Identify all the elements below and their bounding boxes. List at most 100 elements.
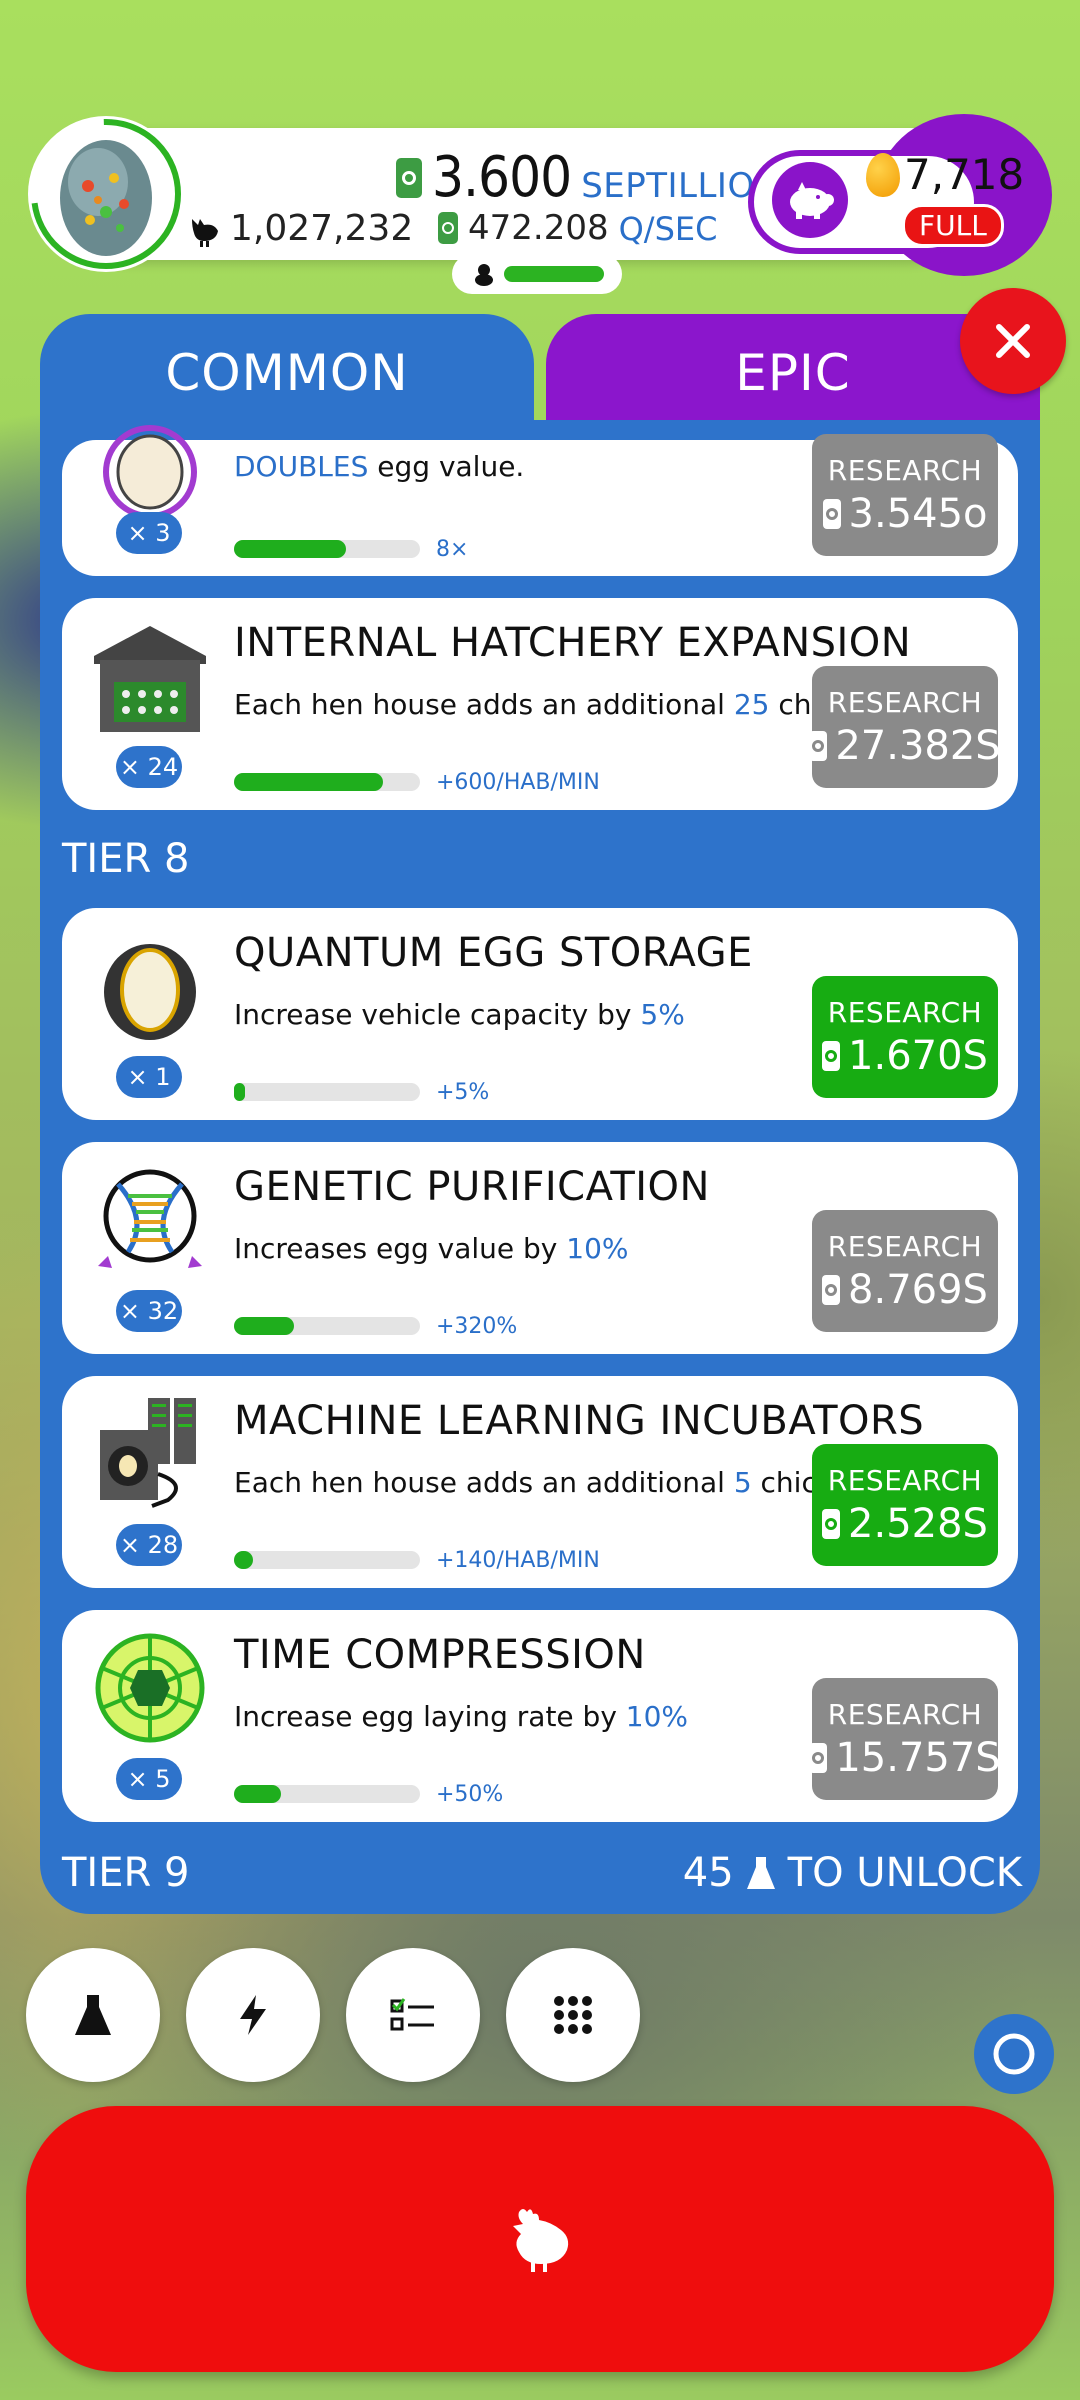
research-title: INTERNAL HATCHERY EXPANSION	[234, 620, 912, 666]
earning-rate: 472.208 Q/SEC	[438, 208, 717, 248]
research-button-label: RESEARCH	[827, 685, 983, 719]
research-progress	[234, 1083, 420, 1101]
research-button[interactable]: RESEARCH 15.757S	[809, 1678, 1001, 1800]
research-title: MACHINE LEARNING INCUBATORS	[234, 1398, 925, 1444]
chick-icon	[475, 264, 493, 286]
research-card-genetic-purification: GENETIC PURIFICATION Increases egg value…	[62, 1142, 1018, 1354]
research-progress	[234, 773, 420, 791]
cash-icon	[822, 1040, 841, 1071]
hen-house-icon	[94, 626, 206, 732]
research-progress-label: +320%	[436, 1314, 518, 1339]
research-cost: 1.670S	[848, 1032, 988, 1079]
research-title: TIME COMPRESSION	[234, 1632, 646, 1678]
cash-icon	[809, 1742, 828, 1773]
cash-icon	[822, 1274, 841, 1305]
research-description: Increase vehicle capacity by 5%	[234, 998, 685, 1031]
research-level-badge: × 28	[116, 1524, 182, 1566]
research-button-label: RESEARCH	[827, 1463, 983, 1497]
cash-icon	[396, 158, 422, 198]
research-level-badge: × 32	[116, 1290, 182, 1332]
cash-icon	[822, 1508, 841, 1539]
research-button-label: RESEARCH	[827, 1229, 983, 1263]
piggy-full-badge: FULL	[902, 204, 1004, 247]
tier-label: TIER 8	[62, 836, 190, 882]
chicken-icon	[513, 2209, 569, 2272]
research-button-label: RESEARCH	[827, 1697, 983, 1731]
research-button[interactable]: RESEARCH 27.382S	[809, 666, 1001, 788]
hab-capacity-bar	[504, 266, 604, 282]
research-progress	[234, 1551, 420, 1569]
golden-egg-count: 7,718	[904, 150, 1025, 199]
research-level-badge: × 5	[116, 1758, 182, 1800]
research-button[interactable]: RESEARCH 3.545o	[812, 434, 998, 556]
grid-icon	[554, 1996, 592, 2034]
research-button[interactable]: RESEARCH 1.670S	[812, 976, 998, 1098]
research-description: Increases egg value by 10%	[234, 1232, 629, 1265]
incubator-icon	[100, 1398, 196, 1508]
rate-value: 472.208	[468, 208, 609, 248]
missions-button[interactable]	[346, 1948, 480, 2082]
quantum-egg-icon	[104, 944, 196, 1040]
flask-icon	[75, 1995, 111, 2035]
research-button[interactable]: RESEARCH 2.528S	[812, 1444, 998, 1566]
research-level-badge: × 1	[116, 1056, 182, 1098]
research-button-label: RESEARCH	[827, 453, 983, 487]
research-description: DOUBLES egg value.	[234, 450, 525, 483]
research-title: GENETIC PURIFICATION	[234, 1164, 710, 1210]
chicken-count-value: 1,027,232	[230, 208, 414, 249]
research-level-badge: × 24	[116, 746, 182, 788]
research-card-egg-value: DOUBLES egg value. × 3 8× RESEARCH 3.545…	[62, 425, 1018, 576]
piggy-bank-button[interactable]	[772, 162, 848, 238]
hatch-chicken-button[interactable]	[26, 2106, 1054, 2372]
golden-eggs: 7,718	[866, 150, 1024, 199]
cash-icon	[438, 212, 458, 244]
unlock-count: 45	[682, 1850, 734, 1896]
research-cost: 15.757S	[835, 1734, 1001, 1781]
chicken-icon	[192, 218, 218, 247]
chicken-count: 1,027,232	[186, 208, 413, 249]
money-value: 3.600	[432, 145, 572, 210]
research-title: QUANTUM EGG STORAGE	[234, 930, 753, 976]
cash-icon	[822, 498, 841, 529]
research-progress-label: +140/HAB/MIN	[436, 1548, 600, 1573]
research-progress-label: +50%	[436, 1782, 504, 1807]
research-cost: 8.769S	[848, 1266, 988, 1313]
egg-avatar[interactable]	[28, 116, 184, 272]
research-level-badge: × 3	[116, 512, 182, 554]
research-cost: 2.528S	[848, 1500, 988, 1547]
more-menu-button[interactable]	[506, 1948, 640, 2082]
close-button[interactable]	[960, 288, 1066, 394]
research-menu-button[interactable]	[26, 1948, 160, 2082]
cash-icon	[809, 730, 828, 761]
research-progress	[234, 540, 420, 558]
egg-avatar-icon	[31, 119, 181, 269]
close-icon	[996, 324, 1030, 358]
tier-label: TIER 9	[62, 1850, 190, 1896]
research-progress	[234, 1785, 420, 1803]
research-cost: 3.545o	[848, 490, 988, 537]
research-progress-label: +600/HAB/MIN	[436, 770, 600, 795]
hab-capacity[interactable]	[452, 254, 622, 294]
circle-icon	[993, 2033, 1035, 2075]
golden-egg-icon	[866, 152, 900, 197]
lightning-icon	[240, 1995, 266, 2035]
research-progress-label: 8×	[436, 537, 469, 562]
tab-common-label: COMMON	[165, 344, 409, 402]
flask-icon	[746, 1857, 775, 1889]
money-display: 3.600 SEPTILLION	[396, 140, 781, 210]
camera-toggle-button[interactable]	[974, 2014, 1054, 2094]
piggy-bank-icon	[790, 182, 834, 219]
tier-unlock-requirement: 45 TO UNLOCK	[683, 1850, 1022, 1896]
research-button-label: RESEARCH	[827, 995, 983, 1029]
unlock-text: TO UNLOCK	[787, 1850, 1022, 1896]
research-card-internal-hatchery: INTERNAL HATCHERY EXPANSION Each hen hou…	[62, 598, 1018, 810]
checklist-icon	[390, 1998, 434, 2031]
research-card-time-compression: TIME COMPRESSION Increase egg laying rat…	[62, 1610, 1018, 1822]
research-card-machine-learning-incubators: MACHINE LEARNING INCUBATORS Each hen hou…	[62, 1376, 1018, 1588]
tab-epic-label: EPIC	[735, 344, 851, 402]
rate-unit: Q/SEC	[618, 210, 718, 248]
boosts-button[interactable]	[186, 1948, 320, 2082]
research-description: Increase egg laying rate by 10%	[234, 1700, 689, 1733]
research-button[interactable]: RESEARCH 8.769S	[812, 1210, 998, 1332]
research-progress	[234, 1317, 420, 1335]
